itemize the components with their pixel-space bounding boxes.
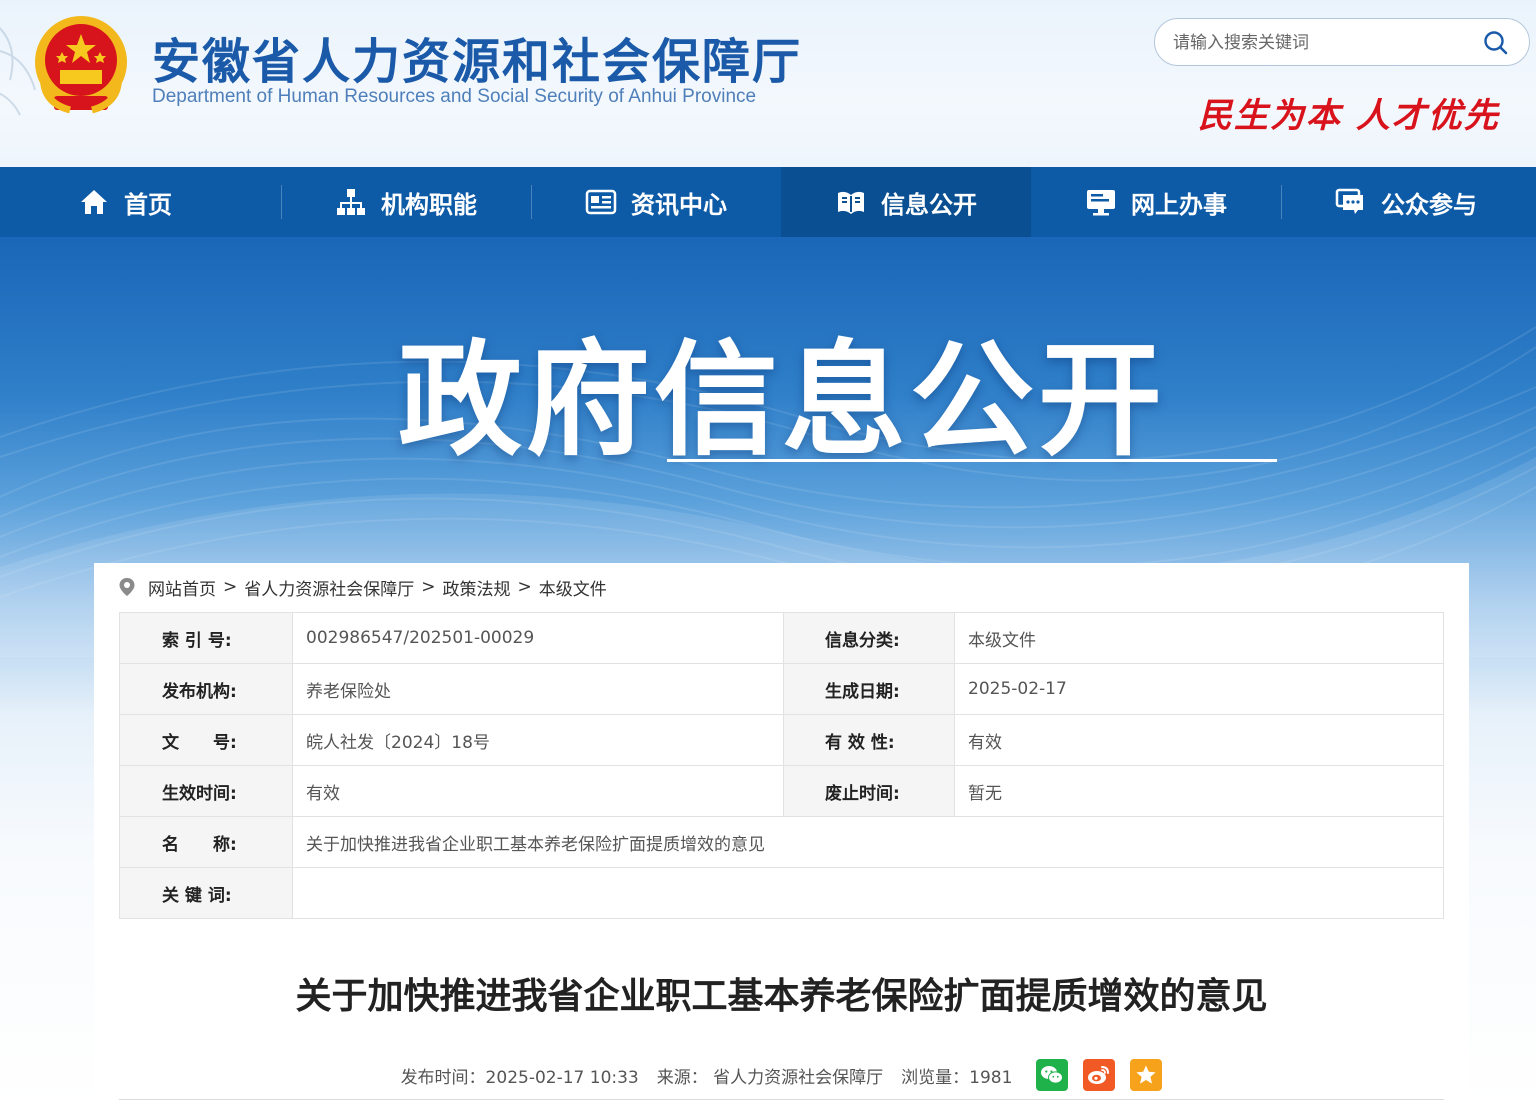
docno-label: 文 号: xyxy=(119,714,293,766)
effective-time-value: 有效 xyxy=(292,765,784,817)
table-row: 关 键 词: xyxy=(119,867,1444,919)
breadcrumb-link-department[interactable]: 省人力资源社会保障厅 xyxy=(244,575,414,600)
breadcrumb-link-home[interactable]: 网站首页 xyxy=(148,575,216,600)
nav-item-label: 信息公开 xyxy=(881,190,977,219)
index-value: 002986547/202501-00029 xyxy=(292,612,784,664)
nav-item-info-open[interactable]: 信息公开 xyxy=(781,167,1031,237)
nav-item-label: 机构职能 xyxy=(381,190,477,219)
content-card: 网站首页 > 省人力资源社会保障厅 > 政策法规 > 本级文件 索 引 号: 0… xyxy=(94,563,1469,1110)
nav-item-public-participation[interactable]: 公众参与 xyxy=(1281,167,1531,237)
favorite-button[interactable] xyxy=(1130,1059,1163,1091)
breadcrumb: 网站首页 > 省人力资源社会保障厅 > 政策法规 > 本级文件 xyxy=(118,575,607,600)
article-info: 发布时间：2025-02-17 10:33 来源： 省人力资源社会保障厅 浏览量… xyxy=(94,1059,1469,1091)
breadcrumb-link-current[interactable]: 本级文件 xyxy=(539,575,607,600)
nav-item-news[interactable]: 资讯中心 xyxy=(531,167,781,237)
source: 来源： 省人力资源社会保障厅 xyxy=(656,1067,884,1088)
repeal-time-value: 暂无 xyxy=(954,765,1444,817)
weibo-icon xyxy=(1088,1066,1110,1084)
search-icon[interactable] xyxy=(1483,30,1509,56)
breadcrumb-separator: > xyxy=(421,577,436,597)
site-header: 安徽省人力资源和社会保障厅 Department of Human Resour… xyxy=(0,0,1536,167)
breadcrumb-separator: > xyxy=(223,577,238,597)
article-title: 关于加快推进我省企业职工基本养老保险扩面提质增效的意见 xyxy=(295,976,1268,1017)
view-count: 浏览量：1981 xyxy=(901,1067,1013,1088)
publisher-label: 发布机构: xyxy=(119,663,293,715)
name-label: 名 称: xyxy=(119,816,293,868)
banner-title: 政府信息公开 xyxy=(398,329,1167,473)
table-row: 索 引 号: 002986547/202501-00029 信息分类: 本级文件 xyxy=(119,612,1444,664)
document-meta-table: 索 引 号: 002986547/202501-00029 信息分类: 本级文件… xyxy=(119,612,1444,919)
share-wechat-button[interactable] xyxy=(1036,1059,1069,1091)
info-divider xyxy=(119,1099,1444,1100)
nav-item-label: 网上办事 xyxy=(1131,190,1227,219)
share-weibo-button[interactable] xyxy=(1083,1059,1116,1091)
table-row: 生效时间: 有效 废止时间: 暂无 xyxy=(119,765,1444,817)
nav-item-label: 首页 xyxy=(124,190,172,219)
slogan: 民生为本 人才优先 xyxy=(1198,96,1500,136)
nav-item-org[interactable]: 机构职能 xyxy=(281,167,531,237)
site-subtitle: Department of Human Resources and Social… xyxy=(152,86,757,107)
monitor-icon xyxy=(1087,190,1115,216)
national-emblem-icon xyxy=(35,16,127,114)
category-value: 本级文件 xyxy=(954,612,1444,664)
date-label: 生成日期: xyxy=(783,663,955,715)
name-value: 关于加快推进我省企业职工基本养老保险扩面提质增效的意见 xyxy=(292,816,1444,868)
nav-item-home[interactable]: 首页 xyxy=(0,167,250,237)
banner-underline xyxy=(667,459,1277,462)
star-icon xyxy=(1136,1065,1157,1084)
validity-label: 有 效 性: xyxy=(783,714,955,766)
table-row: 文 号: 皖人社发〔2024〕18号 有 效 性: 有效 xyxy=(119,714,1444,766)
org-chart-icon xyxy=(337,189,365,215)
validity-value: 有效 xyxy=(954,714,1444,766)
keywords-value xyxy=(292,867,1444,919)
effective-time-label: 生效时间: xyxy=(119,765,293,817)
breadcrumb-separator: > xyxy=(517,577,532,597)
keywords-label: 关 键 词: xyxy=(119,867,293,919)
location-pin-icon xyxy=(119,578,135,596)
nav-item-online-service[interactable]: 网上办事 xyxy=(1031,167,1281,237)
nav-item-label: 公众参与 xyxy=(1381,190,1477,219)
site-title: 安徽省人力资源和社会保障厅 xyxy=(152,34,803,90)
table-row: 名 称: 关于加快推进我省企业职工基本养老保险扩面提质增效的意见 xyxy=(119,816,1444,868)
wechat-icon xyxy=(1041,1066,1064,1084)
repeal-time-label: 废止时间: xyxy=(783,765,955,817)
publish-time: 发布时间：2025-02-17 10:33 xyxy=(400,1067,639,1088)
home-icon xyxy=(81,190,107,214)
main-nav: 首页 机构职能 资讯中心 信息公开 网上办事 公众参与 xyxy=(0,167,1536,237)
open-book-icon xyxy=(838,191,864,214)
index-label: 索 引 号: xyxy=(119,612,293,664)
date-value: 2025-02-17 xyxy=(954,663,1444,715)
docno-value: 皖人社发〔2024〕18号 xyxy=(292,714,784,766)
category-label: 信息分类: xyxy=(783,612,955,664)
chat-icon xyxy=(1335,188,1363,214)
news-icon xyxy=(585,189,617,215)
search-input[interactable] xyxy=(1173,31,1463,55)
publisher-value: 养老保险处 xyxy=(292,663,784,715)
table-row: 发布机构: 养老保险处 生成日期: 2025-02-17 xyxy=(119,663,1444,715)
search-box xyxy=(1154,18,1530,66)
breadcrumb-link-policy[interactable]: 政策法规 xyxy=(443,575,511,600)
nav-item-label: 资讯中心 xyxy=(631,190,727,219)
